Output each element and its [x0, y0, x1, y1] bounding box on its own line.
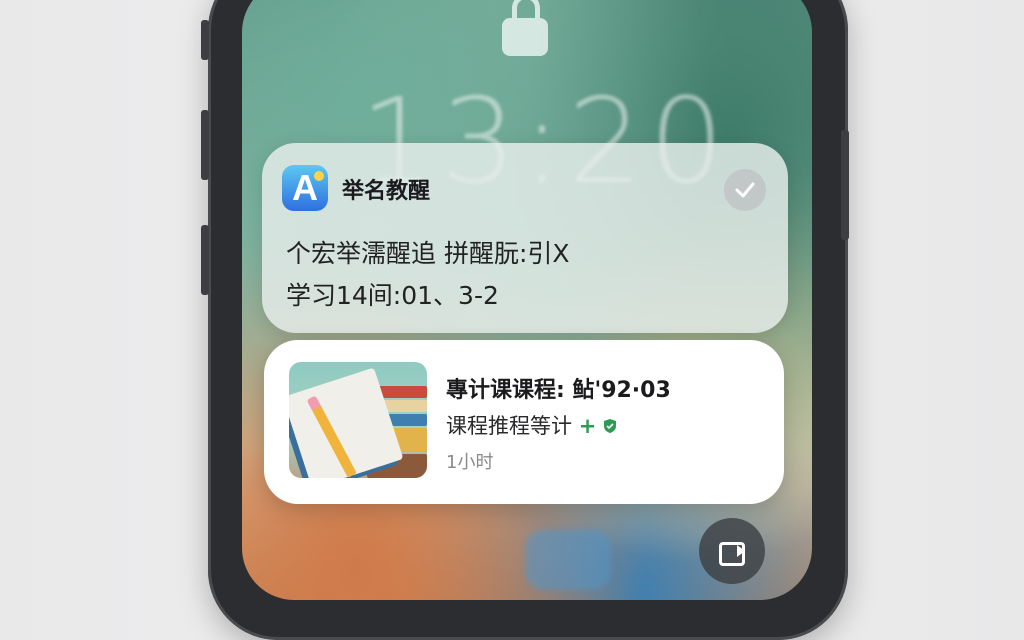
- side-button-left-1: [201, 20, 209, 60]
- shield-check-icon: [603, 419, 616, 433]
- app-icon-blurred: [525, 530, 611, 590]
- notification-body-line2: 学习14间:01、3-2: [286, 281, 499, 310]
- course-title: 專计课课程: 鲇'92·03: [446, 378, 671, 403]
- side-button-left-2: [201, 110, 209, 180]
- lock-icon: [502, 0, 548, 56]
- course-time: 1小时: [446, 452, 494, 473]
- side-button-right: [841, 130, 849, 240]
- notification-app-name: 举名教醒: [342, 179, 431, 204]
- notification-body-line1: 个宏举濡醒追 拼醒朊:引X: [286, 239, 570, 268]
- notification-body: 个宏举濡醒追 拼醒朊:引X 学习14间:01、3-2: [286, 233, 570, 317]
- app-store-icon: A: [282, 165, 328, 211]
- course-subtitle-text: 课程推程等计: [446, 414, 572, 438]
- camera-button[interactable]: [699, 518, 765, 584]
- books-pencil-image: [289, 362, 427, 478]
- notification-course[interactable]: 專计课课程: 鲇'92·03 课程推程等计 + 1小时: [264, 340, 784, 504]
- course-plus-badge: +: [578, 414, 597, 438]
- side-button-left-3: [201, 225, 209, 295]
- checkmark-icon[interactable]: [724, 169, 766, 211]
- course-subtitle: 课程推程等计 +: [446, 410, 617, 440]
- notification-reminder[interactable]: A 举名教醒 个宏举濡醒追 拼醒朊:引X 学习14间:01、3-2: [262, 143, 788, 333]
